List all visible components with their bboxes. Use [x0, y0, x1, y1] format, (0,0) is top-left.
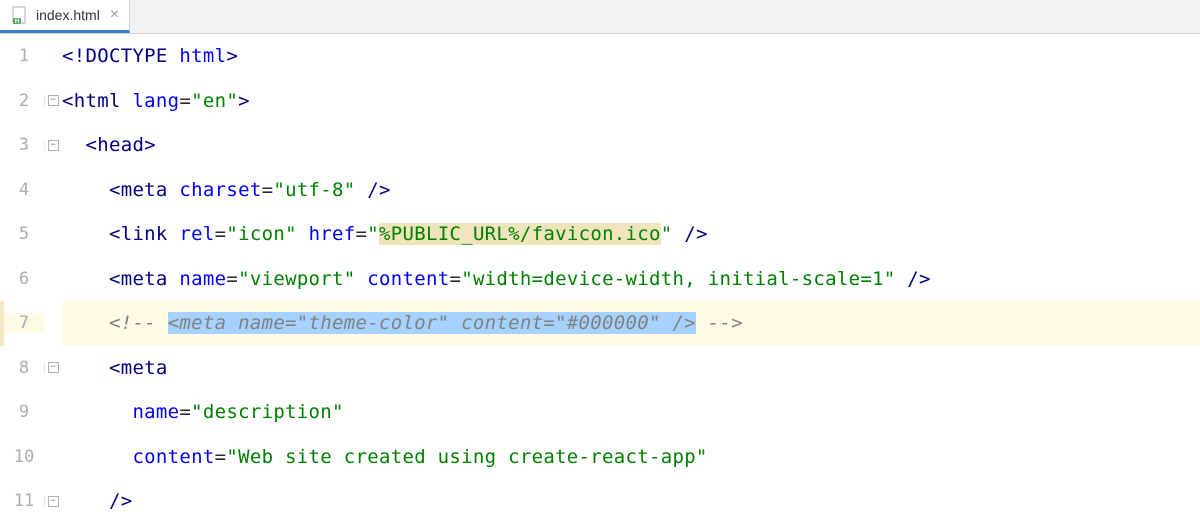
code-token: "icon" [226, 223, 296, 245]
code-token: <!-- [109, 312, 168, 334]
fold-toggle-icon[interactable]: − [48, 95, 59, 106]
code-line[interactable]: 8− <meta [0, 346, 1200, 391]
code-token: = [215, 446, 227, 468]
code-token: content [367, 268, 449, 290]
code-line[interactable]: 11− /> [0, 479, 1200, 524]
line-number: 6 [4, 269, 44, 289]
code-token: > [238, 90, 250, 112]
code-token: = [262, 179, 274, 201]
code-token: " [661, 223, 673, 245]
code-content[interactable]: <!-- <meta name="theme-color" content="#… [62, 312, 1200, 334]
code-token: <head> [85, 134, 155, 156]
code-token: "description" [191, 401, 344, 423]
svg-text:H: H [15, 19, 19, 24]
line-number: 1 [4, 46, 44, 66]
code-token: html [179, 45, 226, 67]
tab-filename: index.html [36, 7, 100, 23]
code-content[interactable]: <head> [62, 134, 1200, 156]
code-token: = [179, 401, 191, 423]
code-token: /> [673, 223, 708, 245]
line-number: 8 [4, 358, 44, 378]
code-token: <html [62, 90, 132, 112]
line-number: 10 [4, 447, 44, 467]
code-token: name [132, 401, 179, 423]
fold-gutter: − [44, 496, 62, 507]
code-content[interactable]: /> [62, 490, 1200, 512]
code-token: rel [179, 223, 214, 245]
close-icon[interactable]: × [110, 6, 119, 24]
code-line[interactable]: 1 <!DOCTYPE html> [0, 34, 1200, 79]
code-token: = [179, 90, 191, 112]
code-content[interactable]: <meta [62, 357, 1200, 379]
code-editor[interactable]: 1<!DOCTYPE html>2−<html lang="en">3− <he… [0, 34, 1200, 524]
code-token: name [179, 268, 226, 290]
fold-gutter: − [44, 140, 62, 151]
fold-gutter: − [44, 95, 62, 106]
code-content[interactable]: <html lang="en"> [62, 90, 1200, 112]
code-token: = [215, 223, 227, 245]
code-line[interactable]: 7 <!-- <meta name="theme-color" content=… [0, 301, 1200, 346]
code-token: "utf-8" [273, 179, 355, 201]
line-number: 3 [4, 135, 44, 155]
line-number: 11 [4, 491, 44, 511]
code-token: content [132, 446, 214, 468]
fold-gutter: − [44, 362, 62, 373]
line-number: 2 [4, 91, 44, 111]
code-token: lang [132, 90, 179, 112]
line-number: 7 [4, 313, 44, 333]
code-token: "viewport" [238, 268, 355, 290]
html-file-icon: H [10, 5, 30, 25]
code-line[interactable]: 3− <head> [0, 123, 1200, 168]
code-token: %PUBLIC_URL%/favicon.ico [379, 223, 661, 245]
code-token: /> [896, 268, 931, 290]
code-line[interactable]: 2−<html lang="en"> [0, 79, 1200, 124]
code-token: "width=device-width, initial-scale=1" [461, 268, 895, 290]
code-token: <meta [109, 357, 168, 379]
code-content[interactable]: <!DOCTYPE html> [62, 45, 1200, 67]
code-token: href [309, 223, 356, 245]
code-token: charset [179, 179, 261, 201]
code-token [356, 268, 368, 290]
code-content[interactable]: <meta charset="utf-8" /> [62, 179, 1200, 201]
editor-tab[interactable]: H index.html × [0, 0, 130, 33]
line-number: 4 [4, 180, 44, 200]
code-token: <meta [109, 268, 179, 290]
code-token: DOCTYPE [85, 45, 179, 67]
code-content[interactable]: content="Web site created using create-r… [62, 446, 1200, 468]
code-token [297, 223, 309, 245]
code-token: --> [696, 312, 743, 334]
tab-bar: H index.html × [0, 0, 1200, 34]
code-token: <link [109, 223, 179, 245]
code-content[interactable]: <link rel="icon" href="%PUBLIC_URL%/favi… [62, 223, 1200, 245]
code-token: <meta name="theme-color" content="#00000… [168, 312, 696, 334]
code-line[interactable]: 9 name="description" [0, 390, 1200, 435]
code-content[interactable]: <meta name="viewport" content="width=dev… [62, 268, 1200, 290]
fold-toggle-icon[interactable]: − [48, 496, 59, 507]
code-content[interactable]: name="description" [62, 401, 1200, 423]
fold-toggle-icon[interactable]: − [48, 140, 59, 151]
fold-toggle-icon[interactable]: − [48, 362, 59, 373]
code-token: = [449, 268, 461, 290]
code-line[interactable]: 6 <meta name="viewport" content="width=d… [0, 257, 1200, 302]
code-token: = [226, 268, 238, 290]
code-line[interactable]: 5 <link rel="icon" href="%PUBLIC_URL%/fa… [0, 212, 1200, 257]
line-number: 5 [4, 224, 44, 244]
code-token: <! [62, 45, 85, 67]
code-token: " [367, 223, 379, 245]
line-number: 9 [4, 402, 44, 422]
code-line[interactable]: 4 <meta charset="utf-8" /> [0, 168, 1200, 213]
code-token: "en" [191, 90, 238, 112]
code-token: = [356, 223, 368, 245]
code-token: <meta [109, 179, 179, 201]
code-line[interactable]: 10 content="Web site created using creat… [0, 435, 1200, 480]
code-token: "Web site created using create-react-app… [226, 446, 707, 468]
code-token: /> [356, 179, 391, 201]
code-token: /> [109, 490, 132, 512]
code-token: > [226, 45, 238, 67]
